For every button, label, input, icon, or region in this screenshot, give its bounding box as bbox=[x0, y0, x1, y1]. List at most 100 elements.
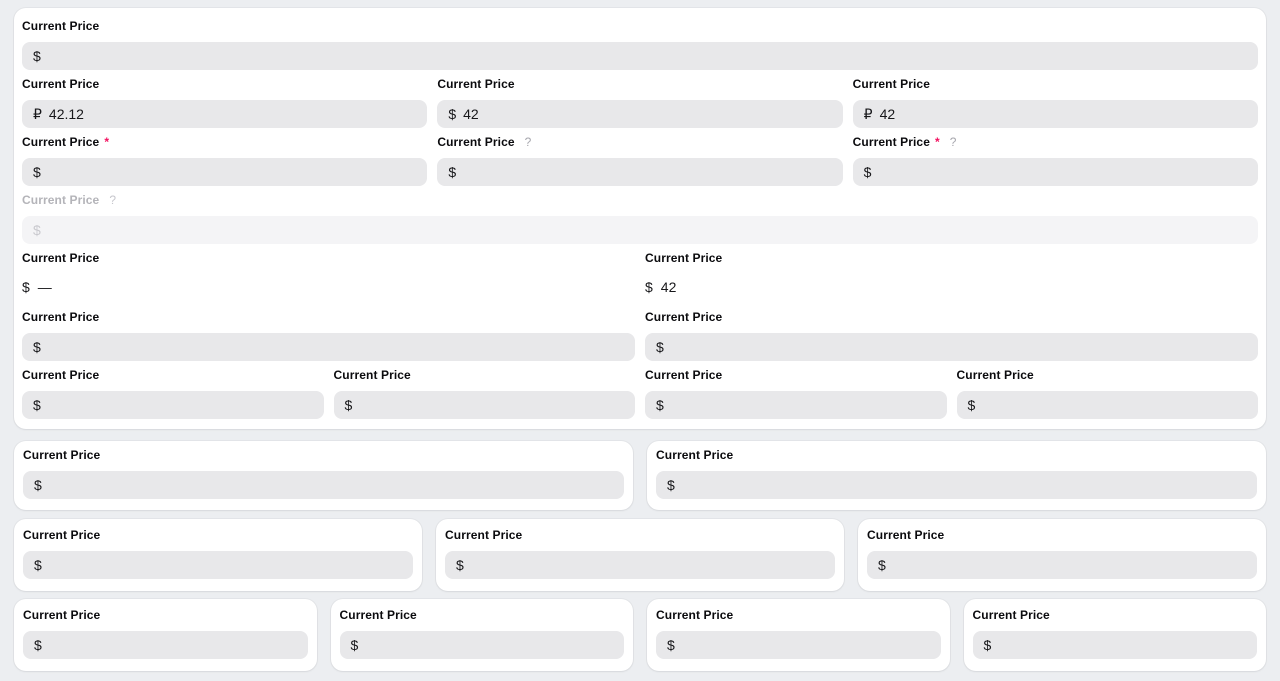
currency-prefix: $ bbox=[351, 637, 359, 653]
field-label: Current Price * bbox=[22, 135, 427, 149]
currency-prefix: $ bbox=[33, 222, 41, 238]
price-input[interactable]: ₽ 42 bbox=[853, 100, 1258, 128]
field-label-text: Current Price bbox=[867, 528, 944, 542]
field-label-text: Current Price bbox=[973, 608, 1050, 622]
price-field: Current Price $ bbox=[334, 368, 636, 419]
field-label: Current Price bbox=[23, 608, 308, 622]
card-row-three: Current Price $ Current Price $ bbox=[14, 519, 1266, 591]
field-label: Current Price ? bbox=[22, 193, 1258, 207]
price-card: Current Price $ bbox=[14, 441, 633, 510]
price-input[interactable]: $ bbox=[957, 391, 1259, 419]
field-label: Current Price ? bbox=[437, 135, 842, 149]
field-label: Current Price * ? bbox=[853, 135, 1258, 149]
currency-prefix: $ bbox=[22, 277, 30, 297]
currency-prefix: $ bbox=[878, 557, 886, 573]
card-row-two: Current Price $ Current Price $ bbox=[14, 441, 1266, 510]
card-row-four: Current Price $ Current Price $ bbox=[14, 599, 1266, 671]
field-row-values: Current Price ₽ 42.12 Current Price $ 42 bbox=[22, 77, 1258, 128]
input-value: 42.12 bbox=[49, 106, 84, 122]
currency-prefix: $ bbox=[656, 339, 664, 355]
currency-prefix: $ bbox=[34, 637, 42, 653]
price-input[interactable]: $ bbox=[445, 551, 835, 579]
price-field: Current Price $ 42 bbox=[437, 77, 842, 128]
price-input[interactable]: $ bbox=[23, 631, 308, 659]
price-input[interactable]: $ bbox=[22, 158, 427, 186]
price-input[interactable]: $ bbox=[645, 333, 1258, 361]
field-label-text: Current Price bbox=[853, 135, 930, 149]
price-input[interactable]: $ bbox=[437, 158, 842, 186]
price-input[interactable]: $ bbox=[340, 631, 625, 659]
help-icon: ? bbox=[109, 193, 116, 207]
field-label: Current Price bbox=[23, 448, 624, 462]
price-field: Current Price $ bbox=[656, 448, 1257, 499]
field-label-text: Current Price bbox=[645, 310, 722, 324]
field-label-text: Current Price bbox=[23, 528, 100, 542]
price-input[interactable]: $ bbox=[23, 471, 624, 499]
field-label-text: Current Price bbox=[645, 251, 722, 265]
field-label: Current Price bbox=[437, 77, 842, 91]
help-icon[interactable]: ? bbox=[525, 135, 532, 149]
field-label: Current Price bbox=[656, 608, 941, 622]
price-field: Current Price ₽ 42 bbox=[853, 77, 1258, 128]
price-field: Current Price $ bbox=[645, 368, 947, 419]
display-value-text: — bbox=[38, 277, 52, 297]
field-label-text: Current Price bbox=[22, 310, 99, 324]
price-card: Current Price $ bbox=[858, 519, 1266, 591]
price-input[interactable]: $ bbox=[22, 42, 1258, 70]
price-card: Current Price $ bbox=[647, 599, 950, 671]
price-input[interactable]: $ bbox=[23, 551, 413, 579]
field-label-text: Current Price bbox=[22, 193, 99, 207]
price-display-field: Current Price $ 42 bbox=[645, 251, 1258, 297]
price-field: Current Price $ bbox=[23, 448, 624, 499]
field-label: Current Price bbox=[645, 310, 1258, 324]
price-input[interactable]: $ bbox=[645, 391, 947, 419]
price-input[interactable]: $ bbox=[973, 631, 1258, 659]
field-label-text: Current Price bbox=[957, 368, 1034, 382]
currency-prefix: $ bbox=[656, 397, 664, 413]
field-label: Current Price bbox=[445, 528, 835, 542]
field-label-text: Current Price bbox=[645, 368, 722, 382]
field-label: Current Price bbox=[645, 368, 947, 382]
price-card: Current Price $ bbox=[331, 599, 634, 671]
currency-prefix: $ bbox=[645, 277, 653, 297]
price-input[interactable]: $ bbox=[853, 158, 1258, 186]
currency-prefix: $ bbox=[34, 477, 42, 493]
currency-prefix: $ bbox=[33, 339, 41, 355]
field-label: Current Price bbox=[853, 77, 1258, 91]
price-card: Current Price $ bbox=[14, 599, 317, 671]
currency-prefix: $ bbox=[345, 397, 353, 413]
field-label: Current Price bbox=[973, 608, 1258, 622]
price-field: Current Price $ bbox=[445, 528, 835, 579]
currency-prefix: ₽ bbox=[33, 106, 42, 123]
required-asterisk: * bbox=[104, 135, 109, 149]
price-input[interactable]: $ 42 bbox=[437, 100, 842, 128]
price-input[interactable]: $ bbox=[22, 333, 635, 361]
price-field-required-with-help: Current Price * ? $ bbox=[853, 135, 1258, 186]
currency-prefix: $ bbox=[667, 477, 675, 493]
currency-prefix: $ bbox=[456, 557, 464, 573]
field-label-text: Current Price bbox=[853, 77, 930, 91]
price-input[interactable]: $ bbox=[334, 391, 636, 419]
price-input[interactable]: $ bbox=[867, 551, 1257, 579]
price-input[interactable]: $ bbox=[656, 631, 941, 659]
field-label: Current Price bbox=[656, 448, 1257, 462]
field-label-text: Current Price bbox=[22, 19, 99, 33]
price-field: Current Price $ bbox=[656, 608, 941, 659]
input-value: 42 bbox=[463, 106, 479, 122]
price-field: Current Price $ bbox=[22, 310, 635, 361]
price-display-value: $ — bbox=[22, 277, 635, 297]
currency-prefix: $ bbox=[33, 48, 41, 64]
price-input[interactable]: $ bbox=[22, 391, 324, 419]
field-label-text: Current Price bbox=[445, 528, 522, 542]
help-icon[interactable]: ? bbox=[950, 135, 957, 149]
field-label: Current Price bbox=[334, 368, 636, 382]
field-row-display: Current Price $ — Current Price $ 42 bbox=[22, 251, 1258, 297]
price-field-with-help: Current Price ? $ bbox=[437, 135, 842, 186]
field-label-text: Current Price bbox=[23, 608, 100, 622]
price-field: Current Price $ bbox=[867, 528, 1257, 579]
price-field: Current Price $ bbox=[973, 608, 1258, 659]
price-input[interactable]: $ bbox=[656, 471, 1257, 499]
price-input[interactable]: ₽ 42.12 bbox=[22, 100, 427, 128]
field-label: Current Price bbox=[23, 528, 413, 542]
field-row-states: Current Price * $ Current Price ? $ bbox=[22, 135, 1258, 186]
